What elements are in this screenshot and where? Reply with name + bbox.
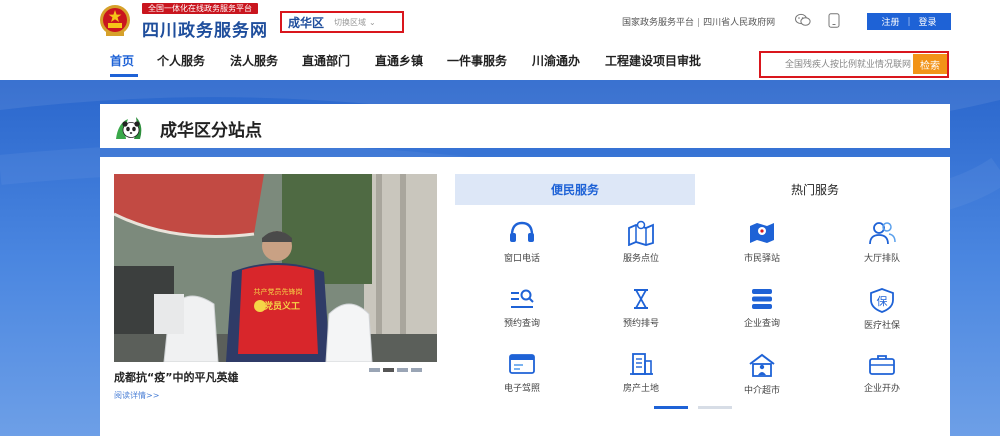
- register-button[interactable]: 注册: [881, 15, 899, 28]
- nav-item-departments[interactable]: 直通部门: [302, 52, 350, 69]
- platform-slogan: 全国一体化在线政务服务平台: [142, 3, 258, 14]
- service-item-hall-queue[interactable]: 大厅排队: [837, 220, 927, 264]
- site-title[interactable]: 四川政务服务网: [142, 16, 268, 41]
- panda-logo-icon: [116, 117, 142, 139]
- briefcase-icon: [869, 355, 895, 375]
- building-icon: [630, 353, 653, 375]
- service-label: 大厅排队: [863, 254, 900, 264]
- nav-item-construction[interactable]: 工程建设项目审批: [605, 52, 701, 69]
- service-item-appointment-query[interactable]: 预约查询: [477, 287, 567, 329]
- map-location-icon: [628, 220, 654, 246]
- read-more-link[interactable]: 阅读详情>>: [114, 390, 159, 401]
- service-label: 预约查询: [503, 319, 540, 329]
- tab-convenience-services[interactable]: 便民服务: [455, 174, 695, 205]
- auth-bar: 注册 | 登录: [867, 13, 951, 30]
- service-label: 电子驾照: [503, 384, 540, 394]
- carousel-dot-active[interactable]: [383, 368, 394, 372]
- nav-item-towns[interactable]: 直通乡镇: [375, 52, 423, 69]
- carousel-photo[interactable]: 共产党员先锋岗 党员义工: [114, 174, 437, 362]
- service-item-real-estate[interactable]: 房产土地: [596, 352, 686, 394]
- service-pager[interactable]: [698, 406, 732, 409]
- service-label: 窗口电话: [503, 254, 540, 264]
- service-label: 企业开办: [863, 384, 900, 394]
- nav-item-one-thing[interactable]: 一件事服务: [447, 52, 507, 69]
- chevron-down-icon: ⌄: [369, 17, 376, 27]
- carousel-dot[interactable]: [411, 368, 422, 372]
- mobile-phone-icon[interactable]: [828, 13, 840, 28]
- region-switch-label[interactable]: 切换区域: [334, 17, 366, 28]
- region-name: 成华区: [288, 15, 325, 30]
- auth-divider: |: [907, 16, 911, 27]
- link-provincial-gov[interactable]: 四川省人民政府网: [703, 18, 775, 28]
- shield-bao-icon: 保: [870, 288, 894, 313]
- vest-text-bottom: 党员义工: [264, 300, 300, 312]
- headset-icon: [510, 221, 534, 242]
- service-label: 企业查询: [743, 319, 780, 329]
- tab-popular-services[interactable]: 热门服务: [695, 174, 935, 205]
- id-card-icon: [509, 354, 535, 374]
- service-item-appointment-number[interactable]: 预约排号: [596, 287, 686, 329]
- volunteer-photo: 共产党员先锋岗 党员义工: [114, 174, 437, 362]
- service-label: 房产土地: [622, 384, 659, 394]
- search-list-icon: [511, 289, 534, 308]
- service-item-medical-insurance[interactable]: 保 医疗社保: [837, 287, 927, 331]
- nav-active-indicator: [110, 74, 138, 77]
- carousel-caption[interactable]: 成都抗“疫”中的平凡英雄: [114, 369, 238, 385]
- service-item-service-points[interactable]: 服务点位: [596, 220, 686, 264]
- database-icon: [752, 289, 772, 309]
- search-input[interactable]: [779, 54, 913, 73]
- service-label: 中介超市: [743, 386, 780, 396]
- link-separator: |: [697, 18, 701, 28]
- service-item-citizen-station[interactable]: 市民驿站: [717, 220, 807, 264]
- service-item-e-license[interactable]: 电子驾照: [477, 352, 567, 394]
- service-item-enterprise-query[interactable]: 企业查询: [717, 287, 807, 329]
- nav-item-legal-person[interactable]: 法人服务: [230, 52, 278, 69]
- search-button[interactable]: 检索: [913, 54, 947, 74]
- service-label: 预约排号: [622, 319, 659, 329]
- wechat-icon[interactable]: [795, 13, 811, 27]
- station-title: 成华区分站点: [160, 121, 262, 141]
- service-pager-active[interactable]: [654, 406, 688, 409]
- login-button[interactable]: 登录: [919, 15, 937, 28]
- service-label: 服务点位: [622, 254, 659, 264]
- service-item-agency-market[interactable]: 中介超市: [717, 352, 807, 396]
- nav-item-personal[interactable]: 个人服务: [157, 52, 205, 69]
- house-person-icon: [749, 353, 775, 377]
- service-label: 医疗社保: [863, 321, 900, 331]
- service-item-window-phone[interactable]: 窗口电话: [477, 220, 567, 264]
- service-label: 市民驿站: [743, 254, 780, 264]
- carousel-dot[interactable]: [397, 368, 408, 372]
- hourglass-icon: [634, 289, 648, 309]
- carousel-dot[interactable]: [369, 368, 380, 372]
- carousel-dots: [369, 368, 422, 372]
- vest-text-top: 共产党员先锋岗: [254, 287, 303, 296]
- link-national-platform[interactable]: 国家政务服务平台: [622, 18, 694, 28]
- station-map-icon: [750, 223, 774, 243]
- nav-item-chuanyu[interactable]: 川渝通办: [532, 52, 580, 69]
- national-emblem-icon[interactable]: [98, 4, 132, 38]
- top-links: 国家政务服务平台 | 四川省人民政府网: [622, 15, 775, 28]
- service-item-enterprise-start[interactable]: 企业开办: [837, 352, 927, 394]
- svg-text:保: 保: [877, 294, 888, 308]
- top-header: 全国一体化在线政务服务平台 四川政务服务网 成华区 切换区域 ⌄ 国家政务服务平…: [0, 0, 1000, 44]
- people-queue-icon: [869, 222, 896, 245]
- region-selector[interactable]: 成华区 切换区域 ⌄: [280, 11, 404, 33]
- nav-item-home[interactable]: 首页: [110, 52, 134, 69]
